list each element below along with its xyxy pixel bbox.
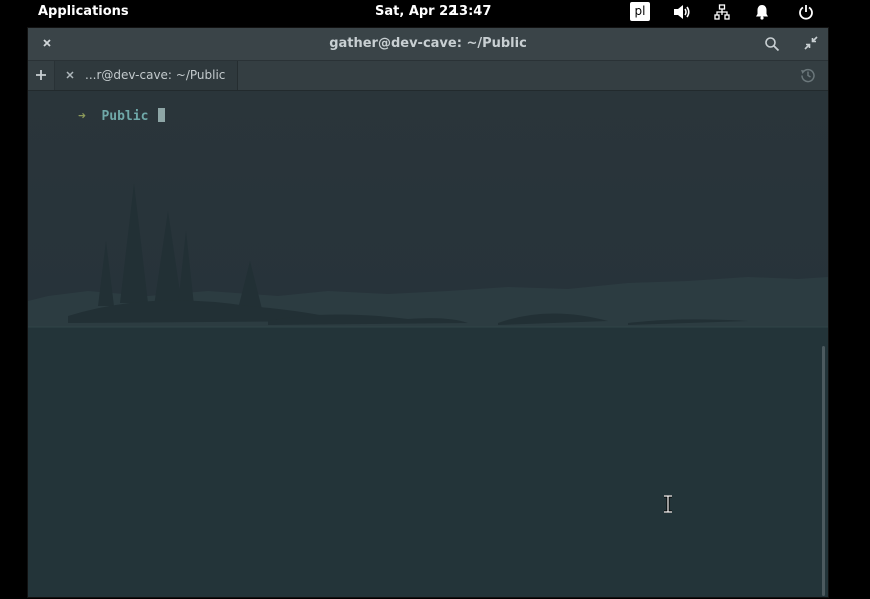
history-icon[interactable] bbox=[800, 67, 816, 83]
tab-label: ...r@dev-cave: ~/Public bbox=[85, 68, 226, 82]
current-directory: Public bbox=[101, 109, 149, 124]
power-icon[interactable] bbox=[798, 4, 814, 20]
window-title: gather@dev-cave: ~/Public bbox=[329, 36, 527, 51]
time-indicator[interactable]: 13:47 bbox=[450, 4, 491, 19]
keyboard-layout-indicator[interactable]: pl bbox=[630, 2, 650, 21]
ibeam-cursor-icon bbox=[662, 495, 674, 513]
scrollbar[interactable] bbox=[822, 346, 825, 596]
terminal-window: gather@dev-cave: ~/Public ...r@dev-cave:… bbox=[28, 28, 828, 597]
restore-icon[interactable] bbox=[804, 36, 818, 50]
plus-icon[interactable] bbox=[34, 68, 48, 82]
search-icon[interactable] bbox=[764, 36, 780, 52]
tab-close-icon[interactable] bbox=[64, 69, 76, 81]
tab-bar: ...r@dev-cave: ~/Public bbox=[28, 61, 828, 91]
prompt-line: ➜ Public bbox=[31, 93, 166, 124]
tab-public[interactable]: ...r@dev-cave: ~/Public bbox=[55, 61, 238, 90]
notifications-icon[interactable] bbox=[754, 4, 770, 20]
window-titlebar[interactable]: gather@dev-cave: ~/Public bbox=[28, 28, 828, 61]
prompt-arrow: ➜ bbox=[77, 109, 86, 124]
top-panel: Applications Sat, Apr 22 13:47 pl bbox=[0, 0, 870, 24]
date-indicator[interactable]: Sat, Apr 22 bbox=[375, 4, 457, 19]
volume-icon[interactable] bbox=[673, 4, 690, 20]
terminal-area[interactable]: ➜ Public bbox=[28, 91, 828, 597]
applications-menu[interactable]: Applications bbox=[38, 4, 129, 19]
text-cursor bbox=[158, 108, 166, 122]
network-icon[interactable] bbox=[714, 4, 730, 20]
background-landscape bbox=[28, 183, 828, 597]
